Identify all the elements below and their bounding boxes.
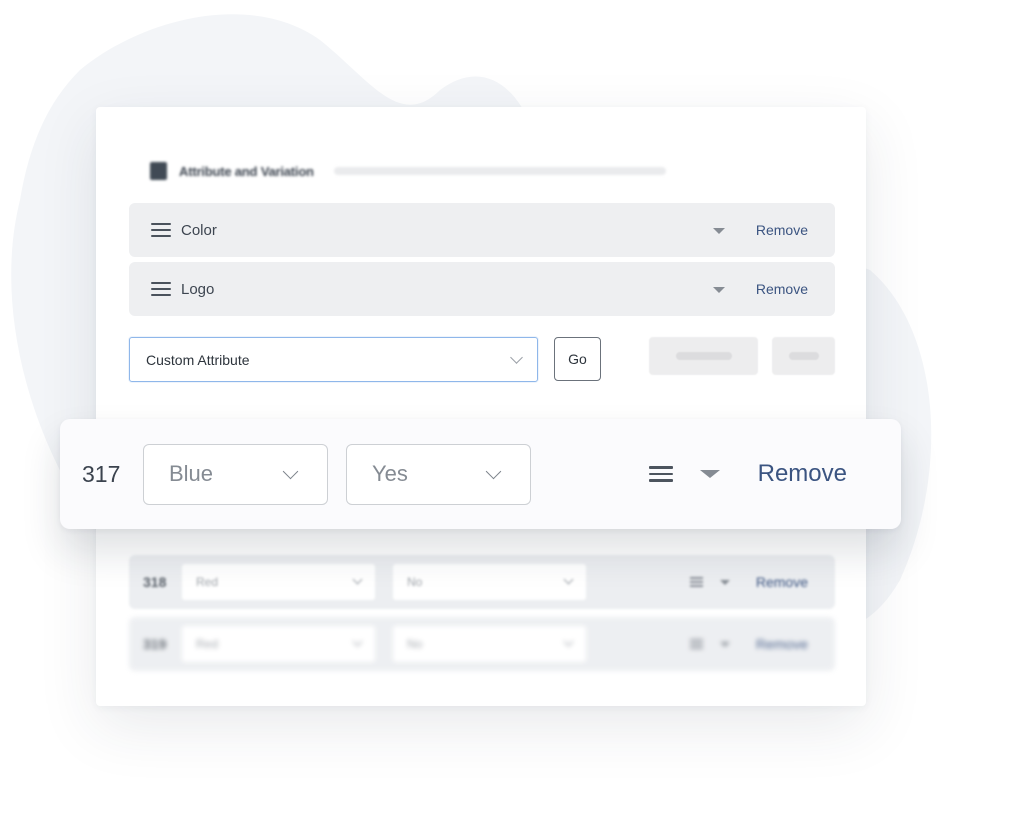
placeholder-button: [772, 337, 835, 375]
section-title: Attribute and Variation: [179, 163, 314, 179]
caret-down-icon[interactable]: [719, 579, 730, 585]
go-button[interactable]: Go: [554, 337, 601, 381]
option-select[interactable]: Blue: [143, 443, 328, 505]
option-select[interactable]: No: [393, 564, 586, 600]
remove-link[interactable]: Remove: [756, 281, 808, 297]
select-value: Custom Attribute: [146, 351, 250, 368]
attribute-row[interactable]: Color Remove: [129, 203, 835, 257]
option-select[interactable]: Red: [182, 564, 375, 600]
attribute-row[interactable]: Logo Remove: [129, 262, 835, 316]
chevron-down-icon: [563, 636, 574, 647]
chevron-down-icon: [352, 636, 363, 647]
variation-number: 317: [82, 460, 121, 487]
variation-number: 319: [143, 636, 167, 652]
attribute-type-select[interactable]: Custom Attribute: [129, 337, 538, 382]
option-value: No: [407, 575, 423, 589]
chevron-down-icon: [485, 463, 502, 479]
variation-row[interactable]: 319 Red No Remove: [129, 617, 835, 671]
add-attribute-row: Custom Attribute Go: [129, 337, 835, 383]
option-value: Red: [196, 637, 219, 651]
chevron-down-icon: [282, 463, 299, 479]
option-value: Yes: [372, 461, 408, 486]
option-value: No: [407, 637, 423, 651]
attribute-name: Color: [181, 221, 217, 239]
option-select[interactable]: No: [393, 626, 586, 662]
option-value: Blue: [169, 461, 214, 486]
section-icon: [150, 162, 167, 180]
chevron-down-icon: [563, 574, 574, 585]
variation-row[interactable]: 318 Red No Remove: [129, 555, 835, 609]
remove-link[interactable]: Remove: [756, 222, 808, 238]
drag-handle-icon[interactable]: [689, 577, 703, 587]
variation-row-highlighted[interactable]: 317 Blue Yes Remove: [60, 419, 901, 529]
attribute-variation-card: Attribute and Variation Color Remove Log…: [96, 107, 866, 706]
chevron-down-icon: [510, 350, 523, 364]
caret-down-icon[interactable]: [699, 470, 720, 478]
remove-link[interactable]: Remove: [756, 574, 808, 590]
variation-number: 318: [143, 574, 167, 590]
placeholder-button: [649, 337, 758, 375]
drag-handle-icon[interactable]: [151, 282, 171, 296]
drag-handle-icon[interactable]: [689, 639, 703, 649]
caret-down-icon[interactable]: [719, 641, 730, 647]
caret-down-icon[interactable]: [712, 287, 725, 293]
chevron-down-icon: [352, 574, 363, 585]
section-header: Attribute and Variation: [150, 162, 666, 180]
remove-link[interactable]: Remove: [758, 460, 847, 488]
option-select[interactable]: Red: [182, 626, 375, 662]
placeholder-bar: [333, 167, 666, 175]
option-value: Red: [196, 575, 219, 589]
remove-link[interactable]: Remove: [756, 636, 808, 652]
option-select[interactable]: Yes: [346, 443, 531, 505]
drag-handle-icon[interactable]: [151, 223, 171, 237]
drag-handle-icon[interactable]: [648, 466, 673, 482]
attribute-name: Logo: [181, 280, 215, 298]
caret-down-icon[interactable]: [712, 228, 725, 234]
